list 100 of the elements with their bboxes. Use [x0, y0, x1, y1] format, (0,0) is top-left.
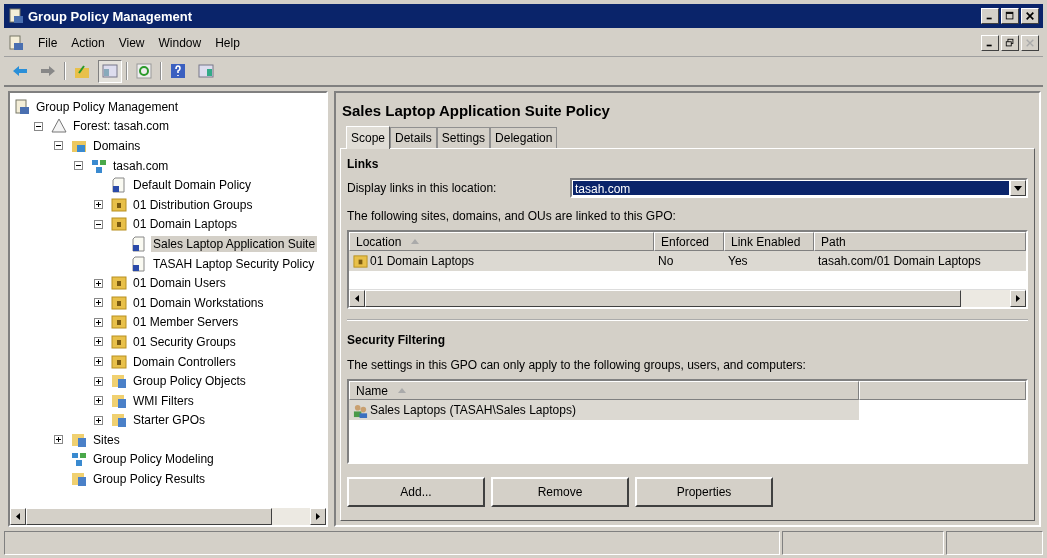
table-cell: No [658, 254, 674, 268]
folder-icon [71, 431, 87, 448]
tab[interactable]: Settings [436, 127, 491, 148]
menu-item[interactable]: Window [158, 36, 202, 50]
folder-icon [111, 373, 127, 390]
document-icon [131, 255, 147, 272]
tree-item[interactable]: TASAH Laptop Security Policy [151, 255, 317, 272]
restore-button[interactable] [1001, 35, 1019, 51]
expander-icon[interactable] [34, 121, 43, 131]
expander-icon[interactable] [94, 357, 103, 366]
expander-icon[interactable] [94, 298, 103, 308]
action-button[interactable]: Remove [491, 477, 629, 507]
menu-item[interactable]: File [38, 36, 58, 50]
folder-icon [111, 196, 127, 213]
tree-item[interactable]: 01 Security Groups [131, 333, 238, 350]
tab[interactable]: Delegation [490, 127, 558, 148]
maximize-button[interactable] [1001, 8, 1019, 24]
dropdown-arrow-icon [1014, 185, 1022, 191]
close-icon [1025, 38, 1035, 48]
folder-icon [111, 314, 127, 331]
folder-icon [111, 392, 127, 409]
close-button[interactable] [1021, 8, 1039, 24]
tree-item[interactable]: Sites [91, 431, 122, 448]
console-tree-button[interactable] [98, 59, 122, 83]
minimize-button[interactable] [981, 35, 999, 51]
table-cell: Sales Laptops (TASAH\Sales Laptops) [370, 403, 576, 417]
field-label: Display links in this location: [347, 181, 498, 195]
action-button[interactable]: Properties [635, 477, 773, 507]
expander-icon[interactable] [74, 161, 83, 171]
horizontal-scrollbar[interactable] [10, 508, 326, 525]
folder-icon [111, 333, 127, 350]
console-icon [14, 98, 30, 115]
column-header[interactable]: Name [349, 381, 859, 400]
column-header[interactable]: Link Enabled [724, 232, 814, 251]
column-header[interactable]: Path [814, 232, 1026, 251]
tree-item[interactable]: 01 Domain Workstations [131, 294, 266, 311]
tree-item[interactable]: Group Policy Results [91, 471, 208, 488]
tree-item[interactable]: Sales Laptop Application Suite [151, 235, 318, 252]
expander-icon[interactable] [94, 337, 103, 347]
tree-item[interactable]: tasah.com [111, 157, 171, 174]
tree-item[interactable]: 01 Domain Laptops [131, 216, 240, 233]
action-button[interactable]: Add... [347, 477, 485, 507]
tab[interactable]: Scope [346, 126, 391, 149]
table-row[interactable]: 01 Domain Laptops No Yes tasah.com/01 Domain Laptops [349, 251, 1026, 271]
right-arrow-icon [1016, 295, 1020, 302]
tree-item[interactable]: Group Policy Modeling [91, 451, 216, 468]
table-row[interactable]: Sales Laptops (TASAH\Sales Laptops) [349, 400, 859, 420]
horizontal-scrollbar[interactable] [349, 289, 1026, 307]
expander-icon[interactable] [94, 376, 103, 386]
menu-item[interactable]: View [118, 36, 145, 50]
tree-item[interactable]: Forest: tasah.com [71, 118, 172, 135]
network-icon [71, 451, 87, 468]
menu-item[interactable]: Action [71, 36, 105, 50]
group-icon [353, 402, 368, 418]
refresh-icon [136, 63, 152, 79]
section-heading: Security Filtering [347, 333, 447, 347]
left-arrow-icon [12, 63, 28, 79]
location-dropdown[interactable]: tasah.com [570, 178, 1028, 198]
maximize-icon [1005, 11, 1015, 21]
tree-item[interactable]: Starter GPOs [131, 412, 208, 429]
tree-item[interactable]: Default Domain Policy [131, 177, 254, 194]
description-text: The following sites, domains, and OUs are linked to this GPO: [347, 209, 677, 223]
tree-item[interactable]: Domains [91, 138, 143, 154]
tree-item[interactable]: Group Policy Management [34, 98, 181, 115]
tree-item[interactable]: Domain Controllers [131, 353, 238, 370]
table-cell: tasah.com/01 Domain Laptops [818, 254, 981, 268]
left-arrow-icon [355, 295, 359, 302]
network-icon [91, 157, 107, 174]
sort-icon [398, 388, 406, 393]
expander-icon[interactable] [94, 415, 103, 425]
expander-icon[interactable] [94, 219, 103, 229]
column-header[interactable]: Location [349, 232, 654, 251]
table-cell: 01 Domain Laptops [370, 254, 475, 268]
folder-icon [111, 412, 127, 429]
tab[interactable]: Details [390, 127, 437, 148]
expander-icon[interactable] [94, 200, 103, 210]
expander-icon[interactable] [94, 278, 103, 288]
folder-icon [74, 63, 90, 79]
folder-icon [353, 253, 368, 269]
tree-item[interactable]: WMI Filters [131, 392, 196, 409]
menu-item[interactable]: Help [215, 36, 240, 50]
table-cell: Yes [728, 254, 748, 268]
expander-icon[interactable] [94, 317, 103, 327]
folder-icon [111, 275, 127, 292]
window-title: Group Policy Management [28, 8, 192, 24]
column-header[interactable]: Enforced [654, 232, 724, 251]
tree-item[interactable]: 01 Domain Users [131, 275, 228, 292]
minimize-button[interactable] [981, 8, 999, 24]
expander-icon[interactable] [94, 396, 103, 406]
console-icon [8, 35, 24, 51]
folder-icon [111, 216, 127, 233]
tree-item[interactable]: 01 Distribution Groups [131, 196, 255, 213]
expander-icon[interactable] [54, 141, 63, 151]
folder-icon [111, 294, 127, 311]
tree-item[interactable]: 01 Member Servers [131, 314, 241, 331]
help-icon [170, 63, 186, 79]
right-arrow-icon [40, 63, 56, 79]
document-icon [131, 235, 147, 252]
expander-icon[interactable] [54, 435, 63, 445]
tree-item[interactable]: Group Policy Objects [131, 373, 248, 390]
